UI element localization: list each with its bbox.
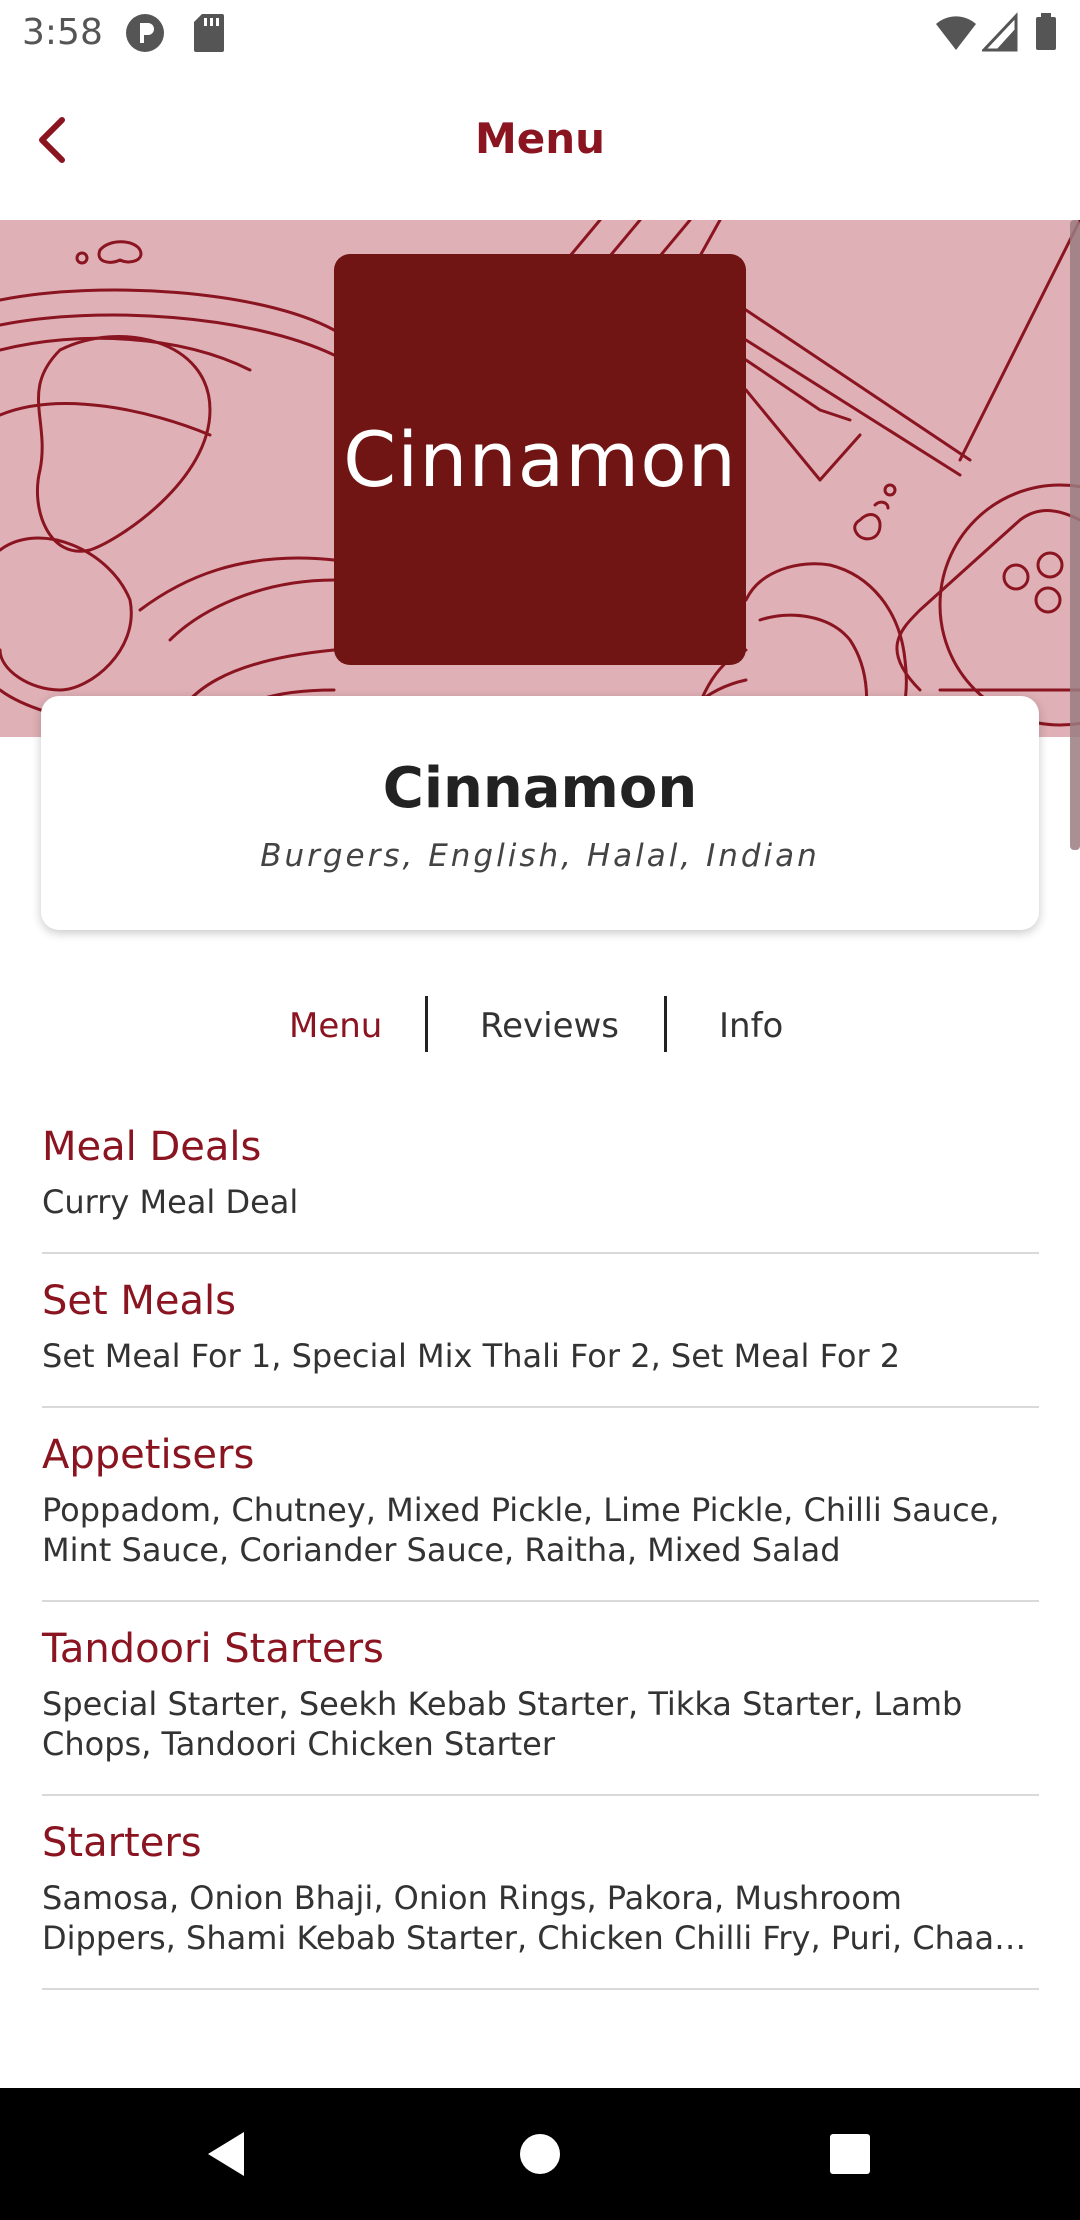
nav-recents-icon — [830, 2134, 870, 2174]
category-items: Curry Meal Deal — [42, 1183, 299, 1221]
restaurant-info-card: Cinnamon Burgers, English, Halal, Indian — [41, 696, 1039, 930]
status-time: 3:58 — [22, 12, 103, 53]
restaurant-cuisines: Burgers, English, Halal, Indian — [260, 838, 820, 874]
category-items-line: Poppadom, Chutney, Mixed Pickle, Lime Pi… — [42, 1491, 1000, 1529]
category-title: Meal Deals — [42, 1124, 262, 1170]
tab-reviews[interactable]: Reviews — [480, 1006, 619, 1046]
category-items: Set Meal For 1, Special Mix Thali For 2,… — [42, 1337, 901, 1375]
logo-text: Cinnamon — [343, 415, 737, 504]
restaurant-logo: Cinnamon — [334, 254, 746, 665]
menu-category-set-meals[interactable]: Set Meals Set Meal For 1, Special Mix Th… — [42, 1254, 1039, 1408]
nav-home-button[interactable] — [480, 2088, 600, 2220]
tab-divider — [664, 996, 667, 1052]
wifi-icon — [934, 12, 978, 57]
tab-menu[interactable]: Menu — [289, 1006, 382, 1046]
menu-category-list: Meal Deals Curry Meal Deal Set Meals Set… — [42, 1100, 1039, 1990]
category-title: Appetisers — [42, 1432, 255, 1478]
status-bar: 3:58 — [0, 0, 1080, 66]
battery-icon — [1034, 12, 1058, 57]
system-nav-bar — [0, 2088, 1080, 2220]
page-title: Menu — [474, 114, 606, 163]
nav-home-icon — [520, 2134, 560, 2174]
nav-back-button[interactable] — [166, 2088, 286, 2220]
signal-icon — [980, 12, 1018, 57]
category-title: Starters — [42, 1820, 202, 1866]
category-items-line: Special Starter, Seekh Kebab Starter, Ti… — [42, 1685, 963, 1723]
screen: 3:58 Menu Cinnamon Cinnamon Burgers, Eng… — [0, 0, 1080, 2220]
restaurant-banner: Cinnamon — [0, 220, 1080, 737]
menu-category-tandoori-starters[interactable]: Tandoori Starters Special Starter, Seekh… — [42, 1602, 1039, 1796]
category-items-line: Chops, Tandoori Chicken Starter — [42, 1725, 556, 1763]
menu-category-appetisers[interactable]: Appetisers Poppadom, Chutney, Mixed Pick… — [42, 1408, 1039, 1602]
category-items-line: Samosa, Onion Bhaji, Onion Rings, Pakora… — [42, 1879, 902, 1917]
nav-recents-button[interactable] — [790, 2088, 910, 2220]
nav-back-icon — [208, 2132, 244, 2176]
tab-bar: Menu Reviews Info — [0, 992, 1080, 1058]
category-title: Set Meals — [42, 1278, 236, 1324]
tab-divider — [425, 996, 428, 1052]
app-bar: Menu — [0, 66, 1080, 220]
tab-info[interactable]: Info — [719, 1006, 783, 1046]
category-title: Tandoori Starters — [42, 1626, 384, 1672]
scrollbar[interactable] — [1070, 220, 1080, 850]
sd-card-icon — [192, 12, 226, 59]
menu-category-meal-deals[interactable]: Meal Deals Curry Meal Deal — [42, 1100, 1039, 1254]
category-items-line: Mint Sauce, Coriander Sauce, Raitha, Mix… — [42, 1531, 841, 1569]
category-items-line: Dippers, Shami Kebab Starter, Chicken Ch… — [42, 1919, 1027, 1957]
menu-category-starters[interactable]: Starters Samosa, Onion Bhaji, Onion Ring… — [42, 1796, 1039, 1990]
restaurant-name: Cinnamon — [382, 756, 698, 821]
p-notification-icon — [124, 12, 166, 59]
